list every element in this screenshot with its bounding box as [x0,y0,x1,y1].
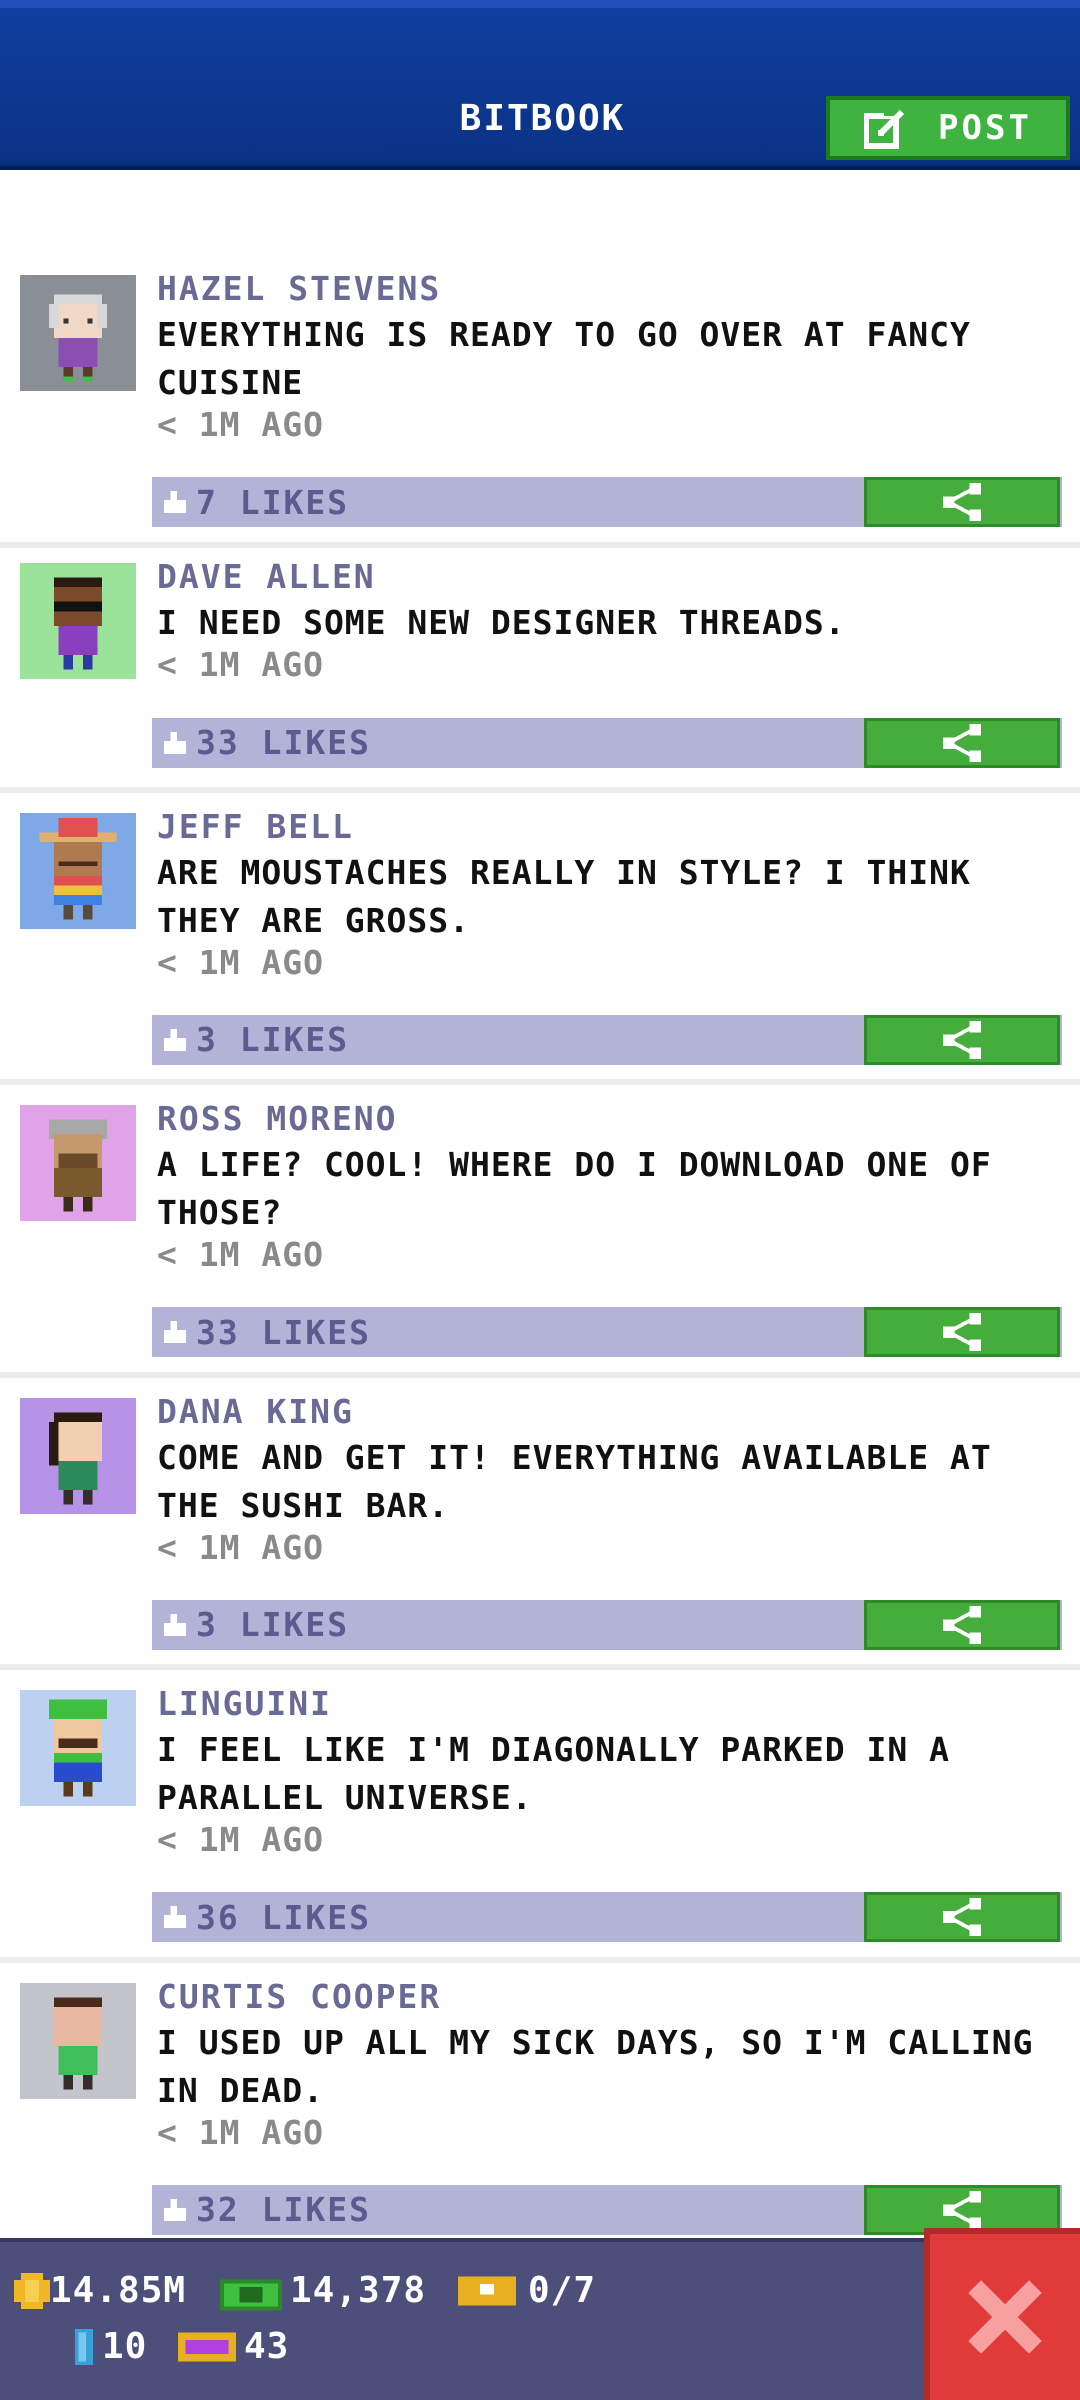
post-message: EVERYTHING IS READY TO GO OVER AT FANCY … [157,315,971,402]
avatar[interactable] [20,562,136,679]
post-author[interactable]: HAZEL STEVENS [157,269,441,308]
post-message: COME AND GET IT! EVERYTHING AVAILABLE AT… [157,1437,992,1525]
vip-stat: 43 [178,2326,289,2367]
likes-count: 36 LIKES [196,1897,371,1937]
likes-count: 33 LIKES [196,723,371,762]
share-icon [942,482,982,522]
gems-stat: 10 [74,2326,147,2367]
post-time: < 1M AGO [157,942,324,982]
feed-post: ROSS MORENO A LIFE? COOL! WHERE DO I DOW… [0,1085,1080,1378]
gems-value: 10 [102,2326,148,2367]
thumbs-up-icon [164,731,186,754]
post-time: < 1M AGO [157,644,324,684]
likes-count: 3 LIKES [196,1605,350,1644]
post-author[interactable]: JEFF BELL [157,807,354,846]
bux-stat: 14,378 [220,2270,426,2311]
tickets-value: 0/7 [528,2270,597,2311]
share-button[interactable] [864,1892,1060,1942]
header-bar: BITBOOK POST [0,0,1080,170]
post-author[interactable]: ROSS MORENO [157,1099,398,1138]
share-icon [942,723,982,762]
feed-post: CURTIS COOPER I USED UP ALL MY SICK DAYS… [0,1963,1080,2255]
gem-icon [75,2328,93,2365]
share-button[interactable] [864,477,1060,527]
post-author[interactable]: DAVE ALLEN [157,557,376,596]
post-feed[interactable]: HAZEL STEVENS EVERYTHING IS READY TO GO … [0,255,1080,2255]
avatar[interactable] [20,1105,136,1221]
post-author[interactable]: CURTIS COOPER [157,1977,441,2016]
share-button[interactable] [864,1307,1060,1357]
share-button[interactable] [864,717,1060,768]
vip-value: 43 [244,2326,290,2367]
share-icon [942,1897,982,1937]
share-button[interactable] [864,1014,1060,1065]
post-button[interactable]: POST [826,96,1070,160]
post-time: < 1M AGO [157,2112,324,2152]
post-message: I NEED SOME NEW DESIGNER THREADS. [157,602,846,642]
bux-value: 14,378 [290,2270,427,2311]
post-author[interactable]: DANA KING [157,1392,354,1431]
post-time: < 1M AGO [157,1527,324,1567]
share-button[interactable] [864,1599,1060,1650]
avatar[interactable] [20,812,136,929]
avatar[interactable] [20,275,136,391]
post-message: I FEEL LIKE I'M DIAGONALLY PARKED IN A P… [157,1730,950,1817]
share-icon [942,1312,982,1352]
thumbs-up-icon [164,1321,186,1343]
post-author[interactable]: LINGUINI [157,1684,332,1723]
coins-stat: 14.85M [14,2270,186,2311]
edit-icon [864,108,907,149]
feed-post: HAZEL STEVENS EVERYTHING IS READY TO GO … [0,255,1080,548]
share-icon [942,2190,982,2229]
thumbs-up-icon [164,1028,186,1051]
tickets-stat: 0/7 [458,2270,596,2311]
post-message: A LIFE? COOL! WHERE DO I DOWNLOAD ONE OF… [157,1145,992,1232]
vip-ticket-icon [178,2332,236,2361]
close-icon [968,2280,1042,2354]
likes-count: 3 LIKES [196,1020,350,1059]
feed-post: LINGUINI I FEEL LIKE I'M DIAGONALLY PARK… [0,1670,1080,1963]
thumbs-up-icon [164,491,186,513]
thumbs-up-icon [164,2198,186,2221]
post-time: < 1M AGO [157,1820,324,1859]
post-button-label: POST [938,108,1032,148]
avatar[interactable] [20,1690,136,1806]
share-icon [942,1020,982,1059]
post-message: I USED UP ALL MY SICK DAYS, SO I'M CALLI… [157,2022,1034,2110]
coins-value: 14.85M [50,2270,187,2311]
likes-count: 32 LIKES [196,2190,371,2229]
likes-count: 33 LIKES [196,1312,371,1352]
status-bar: 14.85M 14,378 0/7 10 43 [0,2238,1080,2400]
share-icon [942,1605,982,1644]
feed-post: JEFF BELL ARE MOUSTACHES REALLY IN STYLE… [0,793,1080,1085]
share-button[interactable] [864,2184,1060,2235]
bux-icon [220,2278,282,2310]
feed-post: DANA KING COME AND GET IT! EVERYTHING AV… [0,1378,1080,1670]
likes-count: 7 LIKES [196,482,350,522]
post-message: ARE MOUSTACHES REALLY IN STYLE? I THINK … [157,852,971,940]
thumbs-up-icon [164,1613,186,1636]
thumbs-up-icon [164,1906,186,1928]
post-time: < 1M AGO [157,405,324,444]
post-time: < 1M AGO [157,1235,324,1274]
ticket-icon [458,2276,516,2305]
avatar[interactable] [20,1397,136,1514]
avatar[interactable] [20,1982,136,2099]
close-button[interactable] [924,2228,1080,2400]
coin-icon [14,2272,50,2309]
feed-post: DAVE ALLEN I NEED SOME NEW DESIGNER THRE… [0,548,1080,793]
